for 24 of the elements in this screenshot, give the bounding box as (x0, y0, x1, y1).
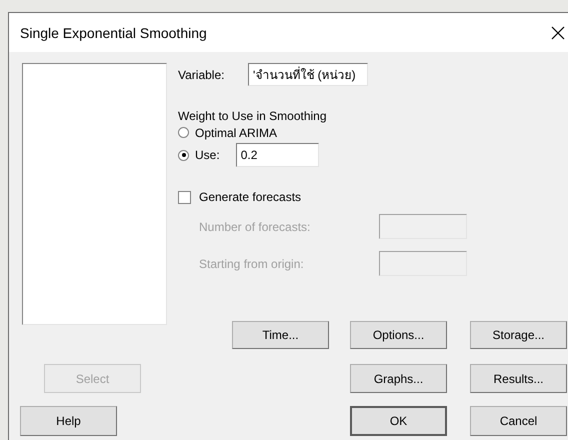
dialog-button[interactable]: OK (350, 406, 447, 436)
checkbox-label: Generate forecasts (199, 190, 302, 204)
weight-field[interactable]: 0.2 (236, 143, 319, 167)
dialog-button[interactable]: Cancel (470, 406, 567, 436)
dialog-button[interactable]: Time... (232, 321, 329, 349)
close-icon[interactable] (551, 26, 565, 40)
variable-label: Variable: (178, 68, 226, 82)
dialog-button[interactable]: Help (20, 406, 117, 436)
dialog-button[interactable]: Graphs... (350, 364, 447, 393)
variable-field[interactable]: 'จำนวนที่ใช้ (หน่วย) (248, 63, 368, 86)
radio-button[interactable] (178, 150, 189, 160)
input-field[interactable] (379, 214, 467, 239)
radio-label: Optimal ARIMA (195, 126, 278, 140)
window-title: Single Exponential Smoothing (20, 24, 208, 40)
field-label: Number of forecasts: (199, 220, 312, 234)
field-label: Starting from origin: (199, 256, 305, 270)
dialog-button[interactable]: Options... (350, 321, 447, 349)
radio-label: Use: (195, 148, 220, 162)
dialog-button[interactable]: Storage... (470, 321, 567, 349)
weight-label: Weight to Use in Smoothing (178, 109, 328, 123)
input-field[interactable] (379, 251, 467, 276)
radio-button[interactable] (178, 127, 189, 138)
checkbox[interactable] (178, 190, 191, 204)
dialog-button[interactable]: Results... (470, 364, 567, 393)
